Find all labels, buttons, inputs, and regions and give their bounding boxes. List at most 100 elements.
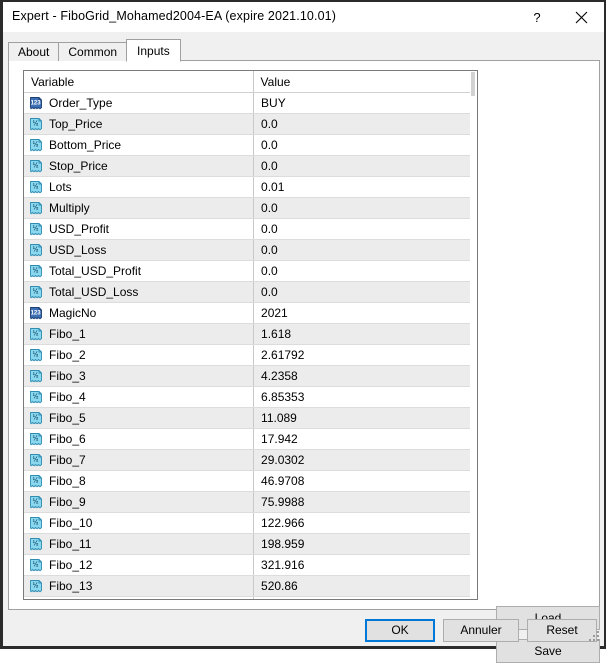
svg-text:½: ½ — [33, 456, 39, 464]
table-row[interactable]: ½Total_USD_Loss0.0 — [24, 282, 477, 303]
value-cell[interactable]: 2.61792 — [253, 345, 477, 366]
value-cell[interactable]: 6.85353 — [253, 387, 477, 408]
value-cell[interactable]: 122.966 — [253, 513, 477, 534]
variable-cell: 123MagicNo — [24, 303, 253, 324]
value-cell[interactable]: 321.916 — [253, 555, 477, 576]
table-row[interactable]: ½Fibo_46.85353 — [24, 387, 477, 408]
close-button[interactable] — [561, 2, 601, 32]
table-row[interactable]: ½Fibo_12321.916 — [24, 555, 477, 576]
float-icon: ½ — [29, 537, 43, 551]
cancel-button[interactable]: Annuler — [443, 619, 519, 642]
value-text: 46.9708 — [253, 471, 477, 491]
value-cell[interactable]: 46.9708 — [253, 471, 477, 492]
table-row[interactable]: ½Lots0.01 — [24, 177, 477, 198]
tab-common[interactable]: Common — [58, 42, 127, 61]
table-row[interactable]: ½Fibo_729.0302 — [24, 450, 477, 471]
value-cell[interactable]: 0.0 — [253, 240, 477, 261]
value-text: BUY — [253, 93, 477, 113]
float-icon: ½ — [29, 579, 43, 593]
value-cell[interactable]: 0.0 — [253, 114, 477, 135]
variable-name: Fibo_5 — [49, 408, 86, 428]
value-cell[interactable]: 11.089 — [253, 408, 477, 429]
variable-cell: ½ Stop_Price — [24, 156, 253, 177]
float-icon: ½ — [29, 453, 43, 467]
table-row[interactable]: ½Total_USD_Profit0.0 — [24, 261, 477, 282]
value-cell[interactable]: 0.0 — [253, 198, 477, 219]
value-cell[interactable]: 29.0302 — [253, 450, 477, 471]
variable-name: Stop_Price — [49, 156, 108, 176]
column-header-variable[interactable]: Variable — [24, 71, 253, 93]
value-cell[interactable]: 1.618 — [253, 324, 477, 345]
value-text: 0.01 — [253, 177, 477, 197]
variable-cell: ½Total_USD_Loss — [24, 282, 253, 303]
value-cell[interactable]: 0.01 — [253, 177, 477, 198]
help-button[interactable]: ? — [517, 2, 557, 32]
variable-name: Fibo_4 — [49, 387, 86, 407]
value-cell[interactable]: 0.0 — [253, 282, 477, 303]
value-text: 4.2358 — [253, 366, 477, 386]
table-row[interactable]: ½Fibo_34.2358 — [24, 366, 477, 387]
svg-text:123: 123 — [31, 101, 42, 107]
variable-name: Top_Price — [49, 114, 102, 134]
svg-text:½: ½ — [33, 225, 39, 233]
variable-cell: ½USD_Profit — [24, 219, 253, 240]
table-row[interactable]: ½Fibo_13520.86 — [24, 576, 477, 597]
tab-about[interactable]: About — [8, 42, 59, 61]
float-icon: ½ — [29, 348, 43, 362]
resize-grip-icon[interactable] — [589, 631, 601, 643]
value-cell[interactable]: 198.959 — [253, 534, 477, 555]
table-row[interactable]: ½Fibo_11.618 — [24, 324, 477, 345]
value-cell[interactable]: 4.2358 — [253, 366, 477, 387]
tab-inputs[interactable]: Inputs — [126, 39, 181, 62]
value-cell[interactable]: 0.0 — [253, 135, 477, 156]
variable-cell: ½Fibo_1 — [24, 324, 253, 345]
table-row[interactable]: ½ Stop_Price 0.0 — [24, 156, 477, 177]
table-row[interactable]: ½Fibo_846.9708 — [24, 471, 477, 492]
table-row[interactable]: ½Multiply0.0 — [24, 198, 477, 219]
table-row[interactable]: ½Fibo_511.089 — [24, 408, 477, 429]
value-cell[interactable]: 17.942 — [253, 429, 477, 450]
table-row[interactable]: ½USD_Loss0.0 — [24, 240, 477, 261]
table-row[interactable]: ½Fibo_617.942 — [24, 429, 477, 450]
table-row[interactable]: 123MagicNo2021 — [24, 303, 477, 324]
variable-cell: ½Fibo_9 — [24, 492, 253, 513]
float-icon: ½ — [29, 243, 43, 257]
value-cell[interactable]: 2021 — [253, 303, 477, 324]
table-row[interactable]: ½Bottom_Price0.0 — [24, 135, 477, 156]
float-icon: ½ — [29, 285, 43, 299]
variable-cell: ½Multiply — [24, 198, 253, 219]
value-cell[interactable]: 0.0 — [253, 156, 477, 177]
scrollbar-thumb[interactable] — [471, 72, 475, 96]
value-text: 75.9988 — [253, 492, 477, 512]
table-row[interactable]: ½USD_Profit0.0 — [24, 219, 477, 240]
variable-name: Fibo_10 — [49, 513, 92, 533]
value-cell[interactable]: 0.0 — [253, 261, 477, 282]
svg-text:½: ½ — [33, 204, 39, 212]
value-text: 520.86 — [253, 576, 477, 596]
variable-cell: ½Fibo_5 — [24, 408, 253, 429]
variable-name: Fibo_8 — [49, 471, 86, 491]
column-header-value[interactable]: Value — [253, 71, 477, 93]
table-row[interactable]: 123Order_TypeBUY — [24, 93, 477, 114]
table-row[interactable]: ½Fibo_975.9988 — [24, 492, 477, 513]
reset-button[interactable]: Reset — [527, 619, 597, 642]
variable-name: Bottom_Price — [49, 135, 121, 155]
save-button[interactable]: Save — [496, 639, 600, 663]
svg-text:½: ½ — [33, 162, 39, 170]
value-cell[interactable]: 520.86 — [253, 576, 477, 597]
value-cell[interactable]: BUY — [253, 93, 477, 114]
value-cell[interactable]: 75.9988 — [253, 492, 477, 513]
value-cell[interactable]: 0.0 — [253, 219, 477, 240]
table-row[interactable]: ½Top_Price0.0 — [24, 114, 477, 135]
ok-button[interactable]: OK — [365, 619, 435, 642]
value-cell[interactable]: 842.751 — [253, 597, 477, 601]
table-vertical-scrollbar[interactable] — [470, 71, 477, 599]
table-row[interactable]: ½Fibo_14842.751 — [24, 597, 477, 601]
table-row[interactable]: ½Fibo_22.61792 — [24, 345, 477, 366]
table-row[interactable]: ½Fibo_11198.959 — [24, 534, 477, 555]
value-text: 2021 — [253, 303, 477, 323]
value-text: 198.959 — [253, 534, 477, 554]
table-row[interactable]: ½Fibo_10122.966 — [24, 513, 477, 534]
value-text: 321.916 — [253, 555, 477, 575]
value-text: 0.0 — [253, 282, 477, 302]
